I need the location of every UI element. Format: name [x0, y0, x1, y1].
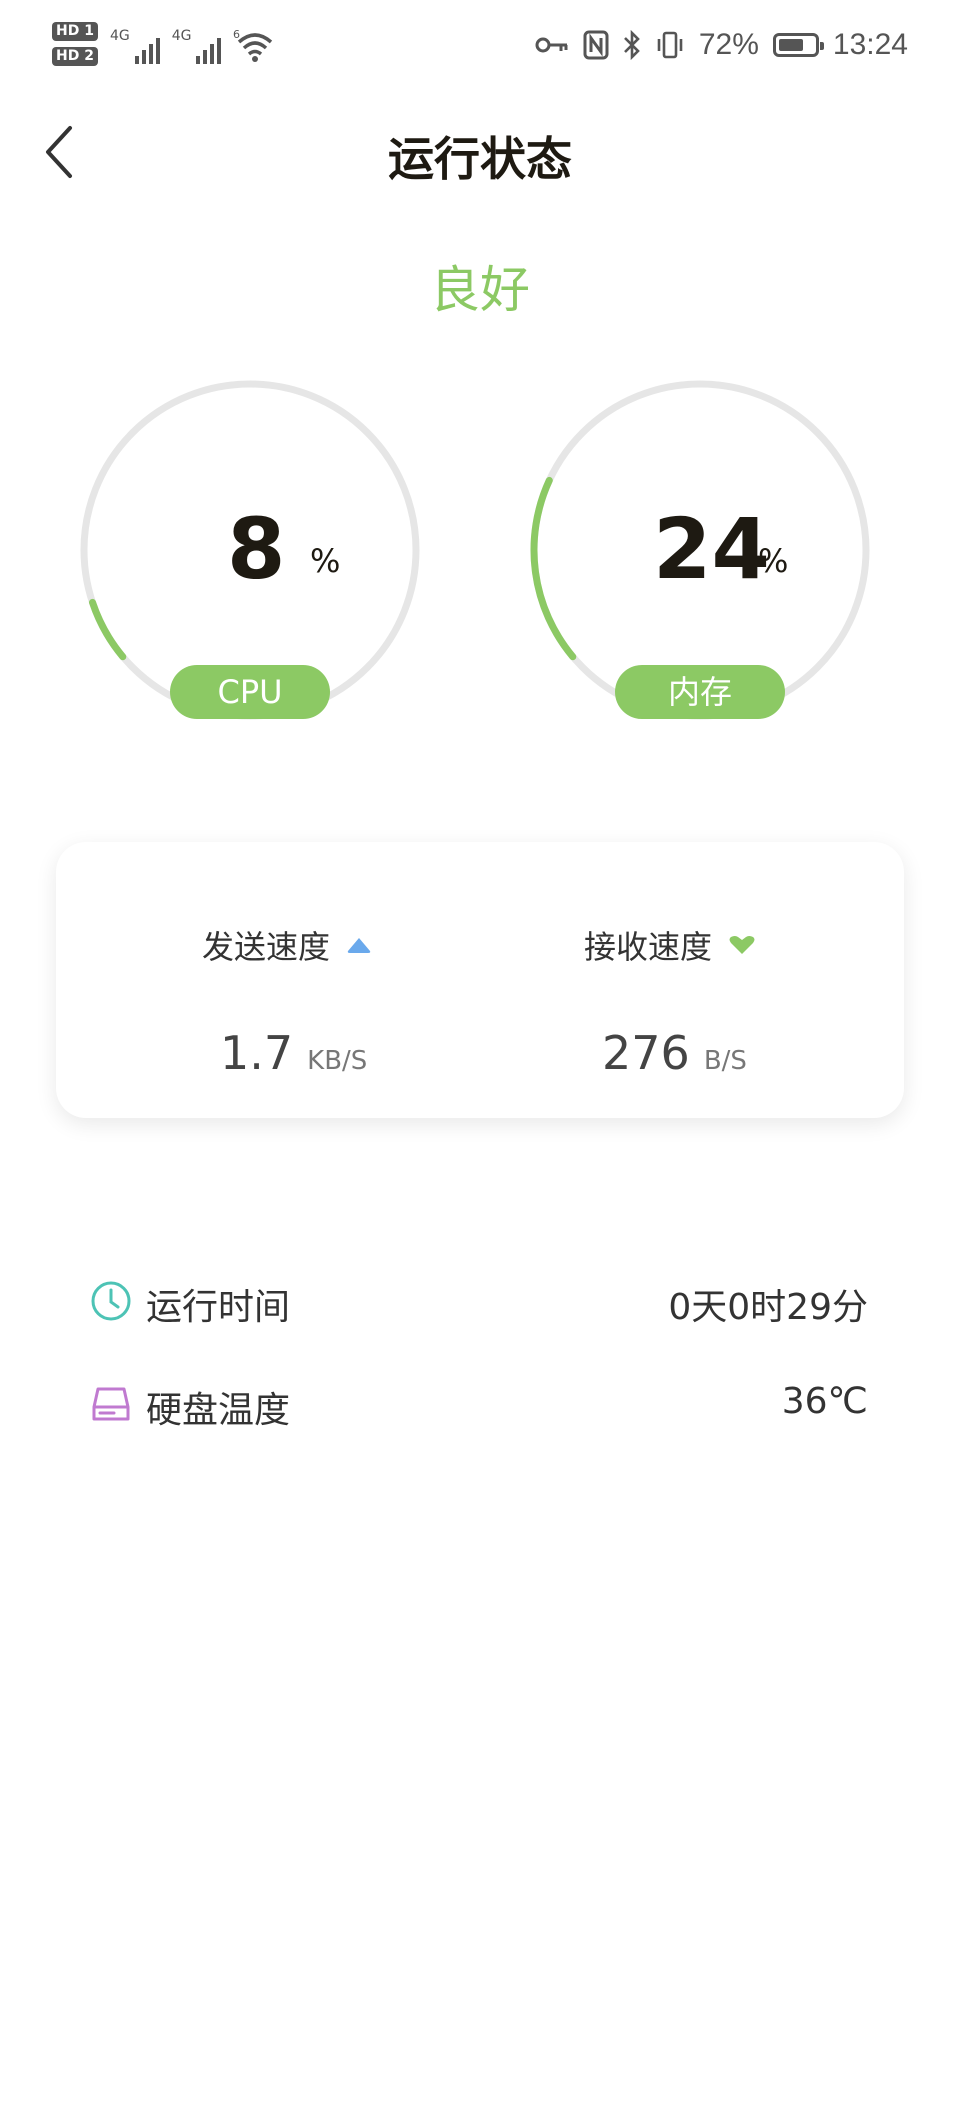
uptime-row: 运行时间 0天0时29分: [90, 1270, 868, 1330]
signal-2-icon: 4G: [172, 28, 222, 64]
battery-icon: [772, 33, 824, 57]
bluetooth-icon: [623, 30, 640, 60]
upload-triangle-icon: [347, 938, 371, 953]
key-icon: [535, 37, 568, 53]
sim2-badge: HD 2: [52, 47, 98, 66]
cpu-label-badge: CPU: [170, 665, 330, 719]
disk-temperature-label: 硬盘温度: [146, 1390, 291, 1431]
receive-speed-title: 接收速度: [584, 928, 713, 966]
receive-speed-value: 276 B/S: [602, 1026, 747, 1080]
cpu-value: 8: [227, 500, 286, 598]
memory-unit: %: [758, 542, 789, 580]
vibrate-icon: [657, 31, 683, 59]
uptime-label: 运行时间: [146, 1287, 291, 1328]
send-speed-value: 1.7 KB/S: [220, 1026, 367, 1080]
status-bar-left: HD 1 HD 2 4G 4G 6: [52, 22, 273, 68]
status-bar: HD 1 HD 2 4G 4G 6 72% 13:24: [0, 0, 960, 100]
cpu-gauge: 8 % CPU: [70, 370, 430, 730]
disk-temperature-row: 硬盘温度 36℃: [90, 1373, 868, 1433]
send-speed-label: 发送速度: [202, 922, 372, 968]
clock-icon: [91, 1281, 131, 1321]
sim-badges: HD 1 HD 2: [52, 22, 98, 66]
network-speed-card: 发送速度 1.7 KB/S 接收速度 276 B/S: [56, 842, 904, 1118]
cpu-progress-arc: [89, 598, 127, 661]
memory-gauge: 24 % 内存: [520, 370, 880, 730]
uptime-value: 0天0时29分: [668, 1287, 868, 1328]
cpu-unit: %: [310, 542, 341, 580]
send-speed-number: 1.7: [220, 1026, 294, 1080]
download-heart-icon: [729, 936, 755, 954]
send-speed-unit: KB/S: [307, 1046, 368, 1076]
send-speed-title: 发送速度: [202, 928, 331, 966]
battery-percent: 72%: [698, 28, 759, 61]
page-title: 运行状态: [388, 132, 572, 186]
receive-speed-unit: B/S: [703, 1046, 747, 1076]
hard-disk-icon: [92, 1387, 130, 1421]
wifi-icon: 6: [233, 28, 273, 68]
memory-value: 24: [653, 500, 770, 598]
health-status: 良好: [430, 261, 530, 319]
clock-time: 13:24: [832, 28, 908, 61]
memory-progress-arc: [530, 476, 577, 661]
status-bar-right: 72% 13:24: [535, 28, 908, 62]
signal-1-icon: 4G: [110, 28, 160, 64]
network-type-2: 4G: [171, 28, 192, 44]
sim1-badge: HD 1: [52, 22, 98, 41]
disk-temperature-value: 36℃: [781, 1381, 868, 1422]
nfc-icon: [583, 30, 609, 60]
memory-label-badge: 内存: [615, 665, 785, 719]
receive-speed-number: 276: [602, 1026, 690, 1080]
battery-fill: [778, 39, 803, 51]
receive-speed-label: 接收速度: [584, 922, 756, 968]
network-type-1: 4G: [109, 28, 130, 44]
svg-text:6: 6: [233, 28, 240, 41]
